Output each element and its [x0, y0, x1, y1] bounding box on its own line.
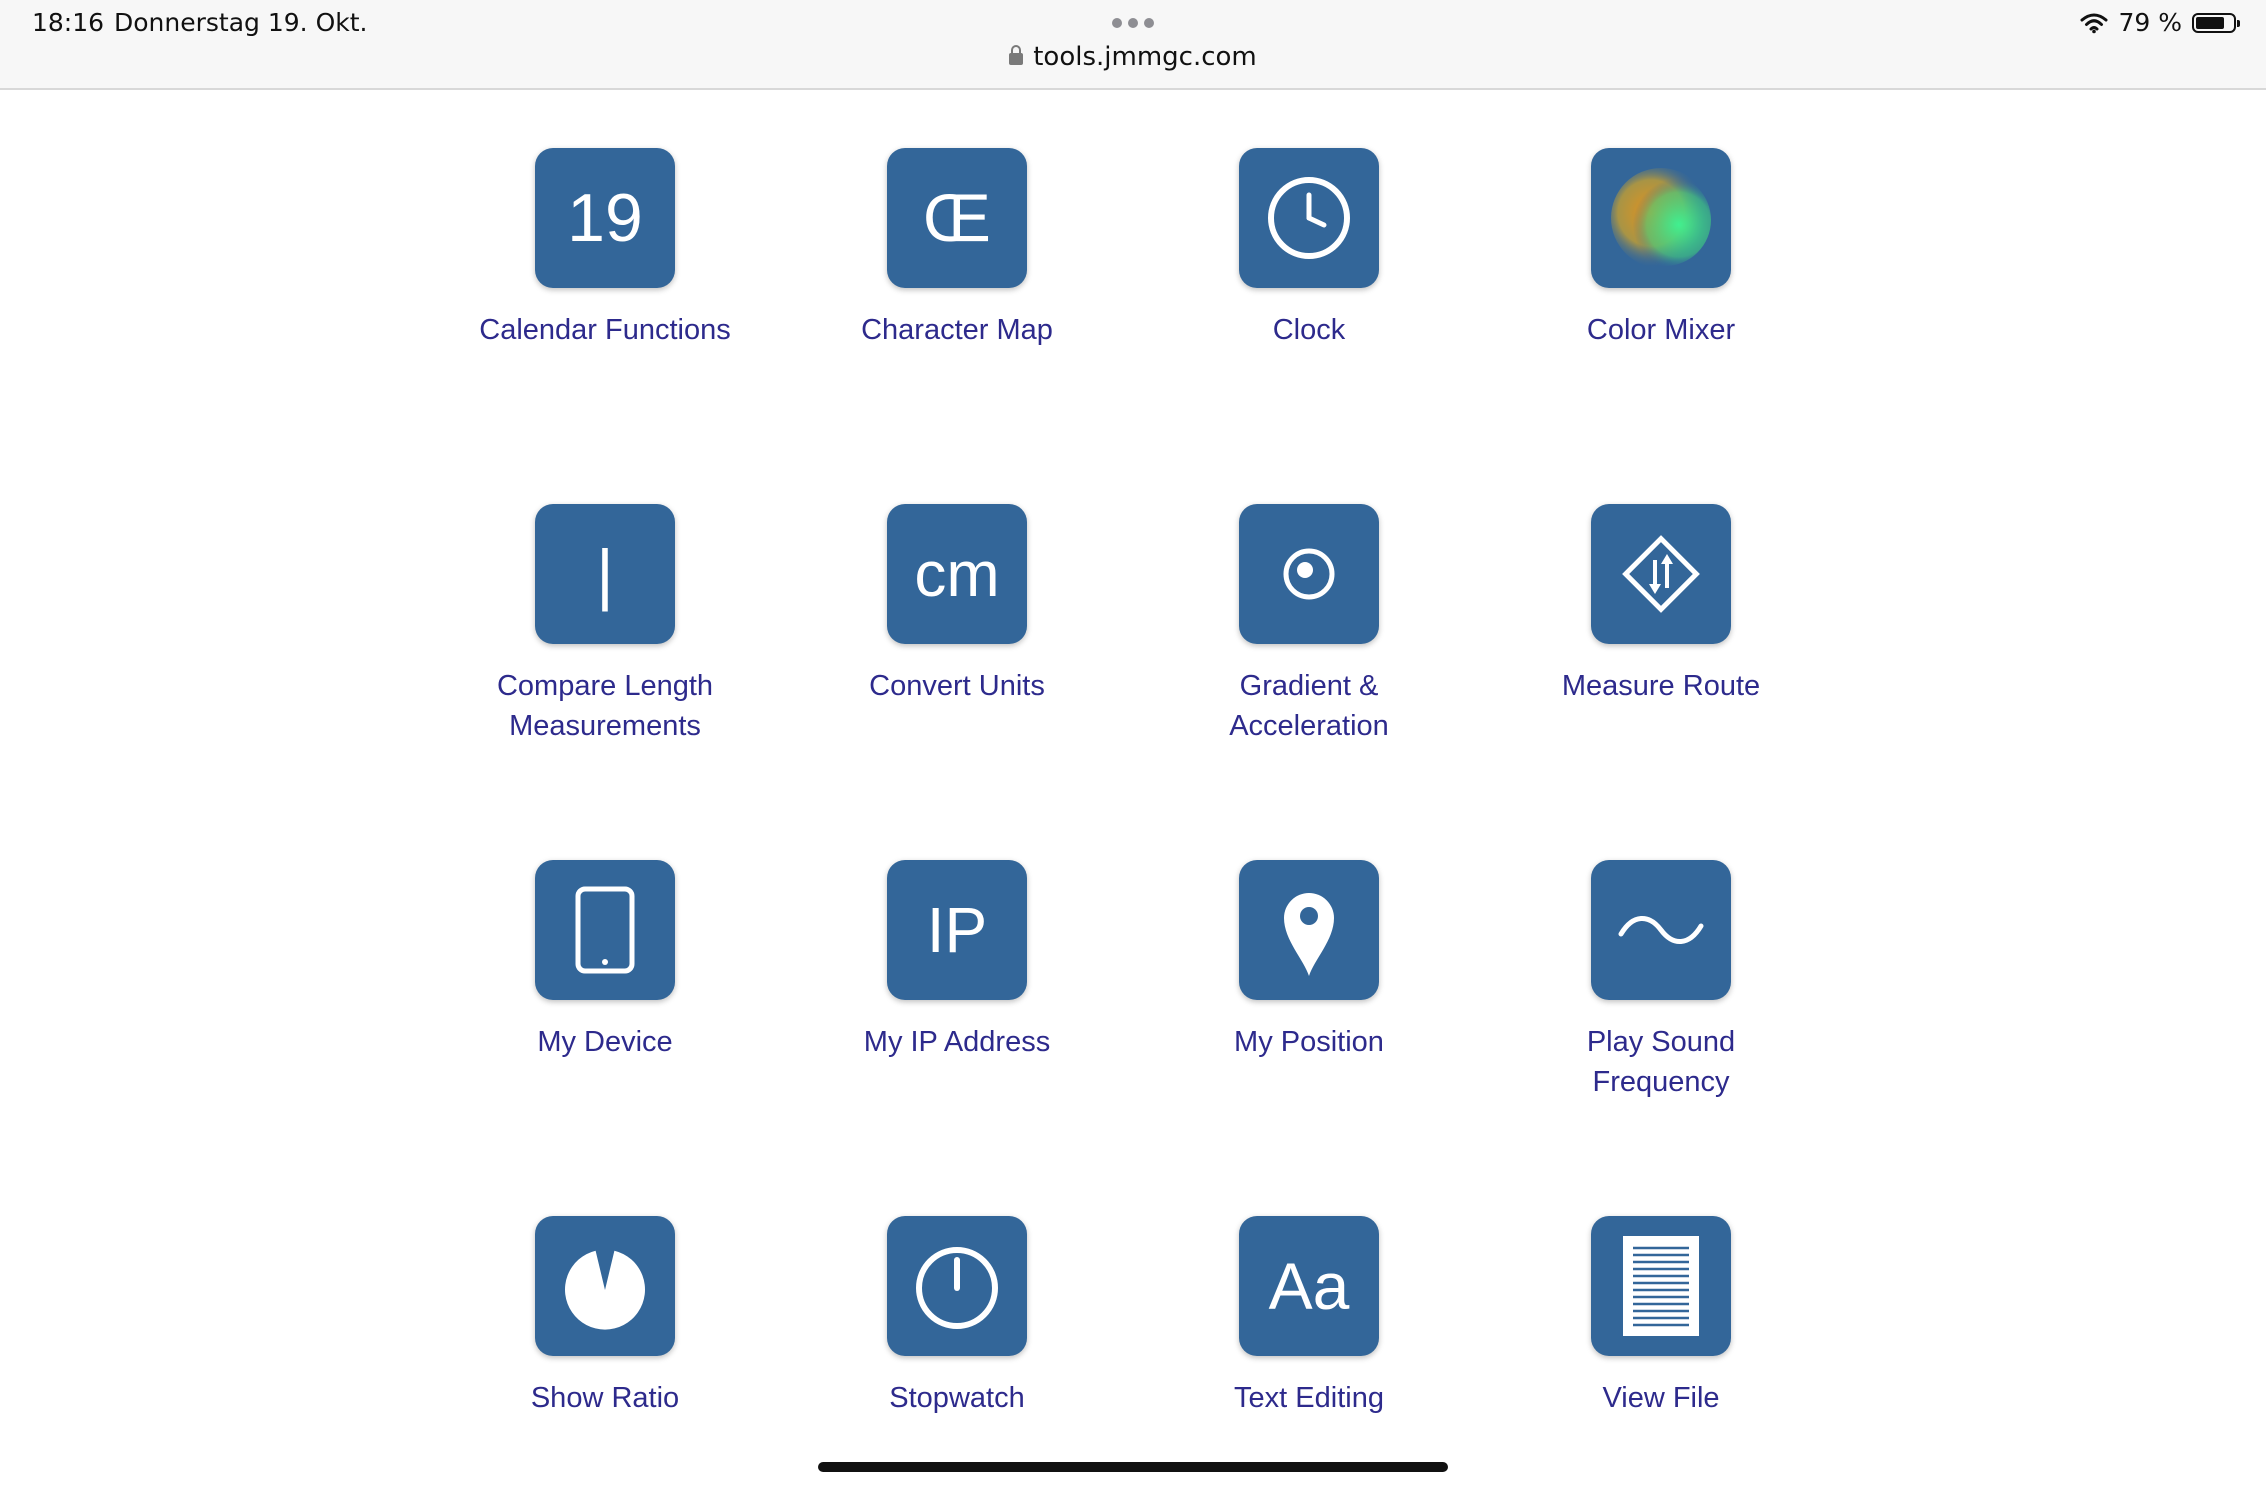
tool-view-file[interactable]: View File — [1511, 1216, 1811, 1418]
tool-gradient-acceleration[interactable]: Gradient & Acceleration — [1159, 504, 1459, 746]
tool-label: Clock — [1272, 314, 1346, 346]
tool-label: Compare Length Measurements — [496, 670, 714, 742]
tool-label: My Position — [1234, 1026, 1384, 1058]
tool-my-position[interactable]: My Position — [1159, 860, 1459, 1062]
clock-icon — [1239, 148, 1379, 288]
sine-wave-icon — [1591, 860, 1731, 1000]
tools-grid: 19 Calendar Functions Œ Character Map Cl… — [0, 0, 2266, 1488]
length-bar-icon: | — [535, 504, 675, 644]
tool-stopwatch[interactable]: Stopwatch — [807, 1216, 1107, 1418]
tool-label: My Device — [537, 1026, 673, 1058]
color-mixer-icon — [1591, 148, 1731, 288]
tool-label: Show Ratio — [530, 1382, 680, 1414]
home-indicator[interactable] — [818, 1462, 1448, 1472]
tool-my-ip-address[interactable]: IP My IP Address — [807, 860, 1107, 1062]
tool-label: Play Sound Frequency — [1586, 1026, 1736, 1098]
tool-character-map[interactable]: Œ Character Map — [807, 148, 1107, 350]
tool-label: Calendar Functions — [479, 314, 731, 346]
text-icon: Aa — [1239, 1216, 1379, 1356]
tool-label: View File — [1602, 1382, 1720, 1414]
tablet-icon — [535, 860, 675, 1000]
tool-measure-route[interactable]: Measure Route — [1511, 504, 1811, 706]
tool-label: Convert Units — [869, 670, 1045, 702]
location-pin-icon — [1239, 860, 1379, 1000]
tool-label: Character Map — [861, 314, 1053, 346]
tool-label: Measure Route — [1561, 670, 1761, 702]
tool-label: My IP Address — [863, 1026, 1051, 1058]
tool-clock[interactable]: Clock — [1159, 148, 1459, 350]
tool-compare-length-measurements[interactable]: | Compare Length Measurements — [455, 504, 755, 746]
tool-label: Color Mixer — [1586, 314, 1736, 346]
tool-text-editing[interactable]: Aa Text Editing — [1159, 1216, 1459, 1418]
gradient-icon — [1239, 504, 1379, 644]
ip-icon: IP — [887, 860, 1027, 1000]
tool-label: Text Editing — [1234, 1382, 1384, 1414]
tool-color-mixer[interactable]: Color Mixer — [1511, 148, 1811, 350]
tool-show-ratio[interactable]: Show Ratio — [455, 1216, 755, 1418]
units-icon: cm — [887, 504, 1027, 644]
tool-convert-units[interactable]: cm Convert Units — [807, 504, 1107, 706]
tool-my-device[interactable]: My Device — [455, 860, 755, 1062]
stopwatch-icon — [887, 1216, 1027, 1356]
pie-ratio-icon — [535, 1216, 675, 1356]
tool-label: Gradient & Acceleration — [1229, 670, 1389, 742]
tool-label: Stopwatch — [889, 1382, 1025, 1414]
calendar-icon: 19 — [535, 148, 675, 288]
document-icon — [1591, 1216, 1731, 1356]
tool-play-sound-frequency[interactable]: Play Sound Frequency — [1511, 860, 1811, 1102]
route-sign-icon — [1591, 504, 1731, 644]
character-map-icon: Œ — [887, 148, 1027, 288]
tool-calendar-functions[interactable]: 19 Calendar Functions — [455, 148, 755, 350]
